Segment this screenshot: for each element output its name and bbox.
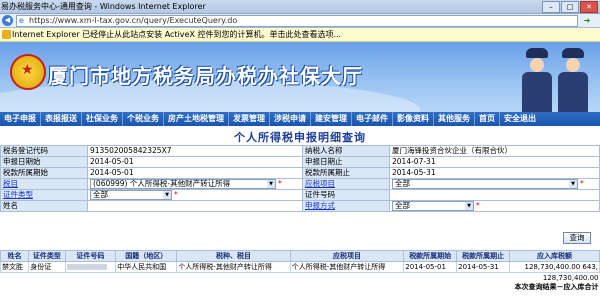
column-header: 税种、税目 <box>176 250 291 262</box>
taxable-item-selected: 全部 <box>395 179 410 188</box>
required-mark: * <box>278 179 282 189</box>
address-bar: ◀ e https://www.xm-l-tax.gov.cn/query/Ex… <box>0 14 600 28</box>
maximize-icon[interactable]: □ <box>561 1 579 13</box>
url-text: https://www.xm-l-tax.gov.cn/query/Execut… <box>29 16 238 25</box>
table-cell: 中华人民共和国 <box>115 261 178 273</box>
shield-icon <box>2 30 11 39</box>
filing-date-end-input[interactable]: 2014-07-31 <box>389 156 600 168</box>
banner-title: 厦门市地方税务局办税办社保大厅 <box>48 64 363 88</box>
column-header: 应税项目 <box>289 250 405 262</box>
filing-method-select[interactable]: 全部 ▼ <box>392 201 474 211</box>
period-end-input[interactable]: 2014-05-31 <box>389 167 600 179</box>
menu-item[interactable]: 社保业务 <box>82 112 123 126</box>
main-menu: 电子申报 表报报送 社保业务 个税业务 房产土地税管理 发票管理 涉税申请 建安管理 电子邮件影… <box>0 112 600 126</box>
table-cell: 个人所得税-其他财产转让所得 <box>176 261 291 273</box>
minimize-icon[interactable]: – <box>542 1 560 13</box>
total-value: 128,730,400.00 <box>542 273 599 282</box>
table-row[interactable]: 禁文胜 身份证 中华人民共和国 个人所得税-其他财产转让所得 个人所得税-其他财产转让所… <box>0 261 600 273</box>
column-header: 国籍（地区） <box>115 250 178 262</box>
menu-item[interactable]: 发票管理 <box>229 112 270 126</box>
redacted-id <box>66 264 107 270</box>
site-banner: ★ 厦门市地方税务局办税办社保大厅 <box>0 42 600 112</box>
menu-item[interactable]: 安全退出 <box>500 112 540 126</box>
table-cell <box>64 261 117 273</box>
window-controls: – □ ✕ <box>542 1 598 13</box>
window-title: 易办税服务中心-通用查询 - Windows Internet Explorer <box>1 2 206 11</box>
address-input[interactable]: e https://www.xm-l-tax.gov.cn/query/Exec… <box>16 15 578 27</box>
period-start-label: 税款所属期始 <box>0 167 88 179</box>
taxable-item-select[interactable]: 全部 ▼ <box>392 179 578 189</box>
filing-date-start-input[interactable]: 2014-05-01 <box>87 156 303 168</box>
period-start-input[interactable]: 2014-05-01 <box>87 167 303 179</box>
filing-date-start-label: 申报日期始 <box>0 156 88 168</box>
menu-item[interactable]: 涉税申请 <box>270 112 311 126</box>
menu-item[interactable]: 房产土地税管理 <box>164 112 229 126</box>
id-type-label[interactable]: 证件类型 <box>0 189 88 201</box>
taxpayer-code-value: 913502005842325X7 <box>87 145 303 157</box>
tax-item-selected: (060999) 个人所得税-其他财产转让所得 <box>93 179 231 188</box>
table-cell: 2014-05-31 <box>456 261 511 273</box>
id-type-selected: 全部 <box>93 190 108 199</box>
table-cell: 身份证 <box>28 261 66 273</box>
name-input[interactable] <box>87 200 303 212</box>
column-header: 证件类型 <box>28 250 66 262</box>
results-table: 姓名 证件类型 证件号码 国籍（地区） 税种、税目 应税项目 税款所属期始 税款所属期止 应入库… <box>0 250 600 292</box>
query-form: 税务登记代码 913502005842325X7 纳税人名称 厦门海锋投资合伙企… <box>0 145 600 212</box>
name-label: 姓名 <box>0 200 88 212</box>
chevron-down-icon[interactable]: ▼ <box>465 202 473 210</box>
required-mark: * <box>174 190 178 200</box>
menu-item[interactable]: 建安管理 <box>311 112 352 126</box>
menu-item[interactable]: 其他服务 <box>434 112 475 126</box>
officer-illustration <box>520 48 554 112</box>
back-icon[interactable]: ◀ <box>2 15 13 26</box>
chevron-down-icon[interactable]: ▼ <box>267 180 275 188</box>
id-number-input[interactable] <box>389 189 600 201</box>
table-cell: 2014-05-01 <box>403 261 458 273</box>
chevron-down-icon[interactable]: ▼ <box>163 191 171 199</box>
id-number-label: 证件号码 <box>302 189 390 201</box>
required-mark: * <box>476 201 480 211</box>
tax-emblem-icon: ★ <box>10 54 46 90</box>
taxable-item-label[interactable]: 应税项目 <box>302 178 390 190</box>
menu-item[interactable]: 首页 <box>475 112 500 126</box>
tax-item-label[interactable]: 税目 <box>0 178 88 190</box>
taxpayer-name-label: 纳税人名称 <box>302 145 390 157</box>
column-header: 证件号码 <box>64 250 117 262</box>
period-end-label: 税款所属期止 <box>302 167 390 179</box>
go-icon[interactable]: ➜ <box>580 15 594 26</box>
filing-method-label[interactable]: 申报方式 <box>302 200 390 212</box>
close-icon[interactable]: ✕ <box>580 1 598 13</box>
column-header: 税款所属期止 <box>456 250 511 262</box>
query-action-row: 查询 <box>0 230 600 244</box>
query-button[interactable]: 查询 <box>563 232 591 244</box>
menu-item[interactable]: 个税业务 <box>123 112 164 126</box>
required-mark: * <box>580 179 584 189</box>
table-cell: 128,730,400.00 643, <box>509 261 600 273</box>
menu-item[interactable]: 电子邮件 <box>352 112 393 126</box>
id-type-select[interactable]: 全部 ▼ <box>90 190 172 200</box>
table-cell: 禁文胜 <box>0 261 30 273</box>
filing-date-end-label: 申报日期止 <box>302 156 390 168</box>
chevron-down-icon[interactable]: ▼ <box>569 180 577 188</box>
menu-item[interactable]: 表报报送 <box>41 112 82 126</box>
column-header: 税款所属期始 <box>403 250 458 262</box>
summary-label: 本次查询结果－应入库合计 <box>514 283 599 291</box>
information-bar[interactable]: Internet Explorer 已经停止从此站点安装 ActiveX 控件到… <box>0 28 600 42</box>
taxpayer-code-label: 税务登记代码 <box>0 145 88 157</box>
menu-item[interactable]: 影像资料 <box>393 112 434 126</box>
column-header: 应入库税额 <box>509 250 600 262</box>
taxpayer-name-value: 厦门海锋投资合伙企业（有限合伙） <box>389 145 600 157</box>
table-cell: 个人所得税-其他财产转让所得 <box>289 261 405 273</box>
filing-method-selected: 全部 <box>395 201 410 210</box>
officer-illustration <box>556 48 590 112</box>
tax-item-select[interactable]: (060999) 个人所得税-其他财产转让所得 ▼ <box>90 179 276 189</box>
information-bar-text: Internet Explorer 已经停止从此站点安装 ActiveX 控件到… <box>12 30 342 39</box>
menu-item[interactable]: 电子申报 <box>0 112 41 126</box>
column-header: 姓名 <box>0 250 30 262</box>
window-title-bar: 易办税服务中心-通用查询 - Windows Internet Explorer… <box>0 0 600 14</box>
ie-icon: e <box>19 16 24 25</box>
page-title: 个人所得税申报明细查询 <box>234 131 366 144</box>
